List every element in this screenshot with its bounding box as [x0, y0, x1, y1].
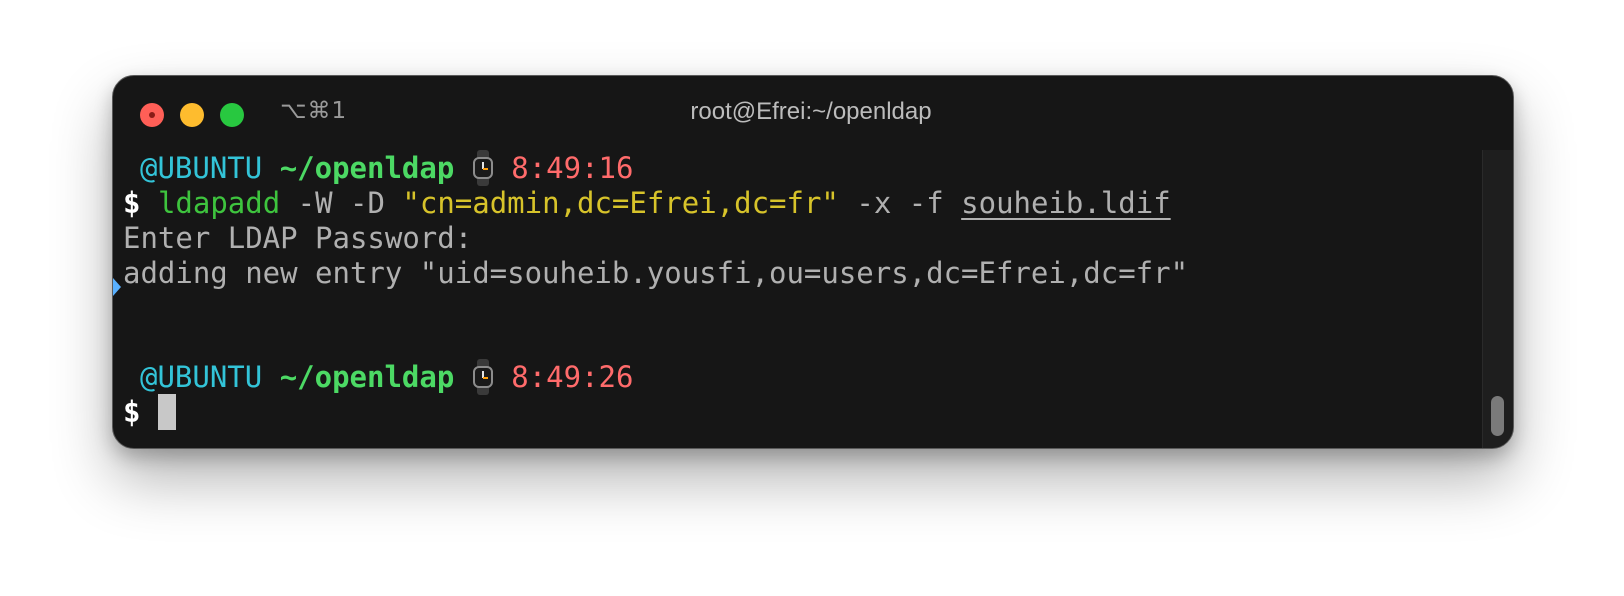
- prompt-line: @UBUNTU ~/openldap 8:49:26: [140, 359, 633, 395]
- prompt-user: @UBUNTU: [140, 151, 263, 185]
- watch-icon: [472, 359, 494, 395]
- prompt-line: @UBUNTU ~/openldap 8:49:16: [140, 150, 633, 186]
- title-bar[interactable]: ⌥⌘1 root@Efrei:~/openldap: [113, 76, 1513, 148]
- command-args: -x -f: [856, 186, 944, 220]
- prompt-time: 8:49:16: [511, 151, 634, 185]
- mark-arrow-icon: [113, 278, 121, 296]
- prompt-time: 8:49:26: [511, 360, 634, 394]
- prompt-path: ~/openldap: [279, 360, 455, 394]
- output-line: adding new entry "uid=souheib.yousfi,ou=…: [123, 256, 1189, 290]
- input-line[interactable]: $: [123, 394, 176, 430]
- terminal-window: ⌥⌘1 root@Efrei:~/openldap @UBUNTU ~/open…: [112, 75, 1514, 449]
- prompt-path: ~/openldap: [279, 151, 455, 185]
- command-program: ldapadd: [157, 186, 281, 220]
- window-title-text: root@Efrei:~/openldap: [690, 98, 932, 125]
- watch-icon: [472, 150, 494, 186]
- command-line: $ ldapadd -W -D "cn=admin,dc=Efrei,dc=fr…: [123, 185, 1171, 221]
- text-cursor: [157, 394, 176, 430]
- scrollbar-thumb[interactable]: [1491, 396, 1504, 436]
- command-args: -W -D: [297, 186, 385, 220]
- prompt-symbol: $: [123, 186, 141, 220]
- window-title: root@Efrei:~/openldap: [113, 98, 1513, 126]
- prompt-symbol: $: [123, 395, 141, 429]
- prompt-user: @UBUNTU: [140, 360, 263, 394]
- output-line: Enter LDAP Password:: [123, 221, 473, 255]
- command-string: "cn=admin,dc=Efrei,dc=fr": [402, 186, 839, 220]
- scrollbar[interactable]: [1482, 150, 1513, 448]
- command-file: souheib.ldif: [961, 186, 1171, 220]
